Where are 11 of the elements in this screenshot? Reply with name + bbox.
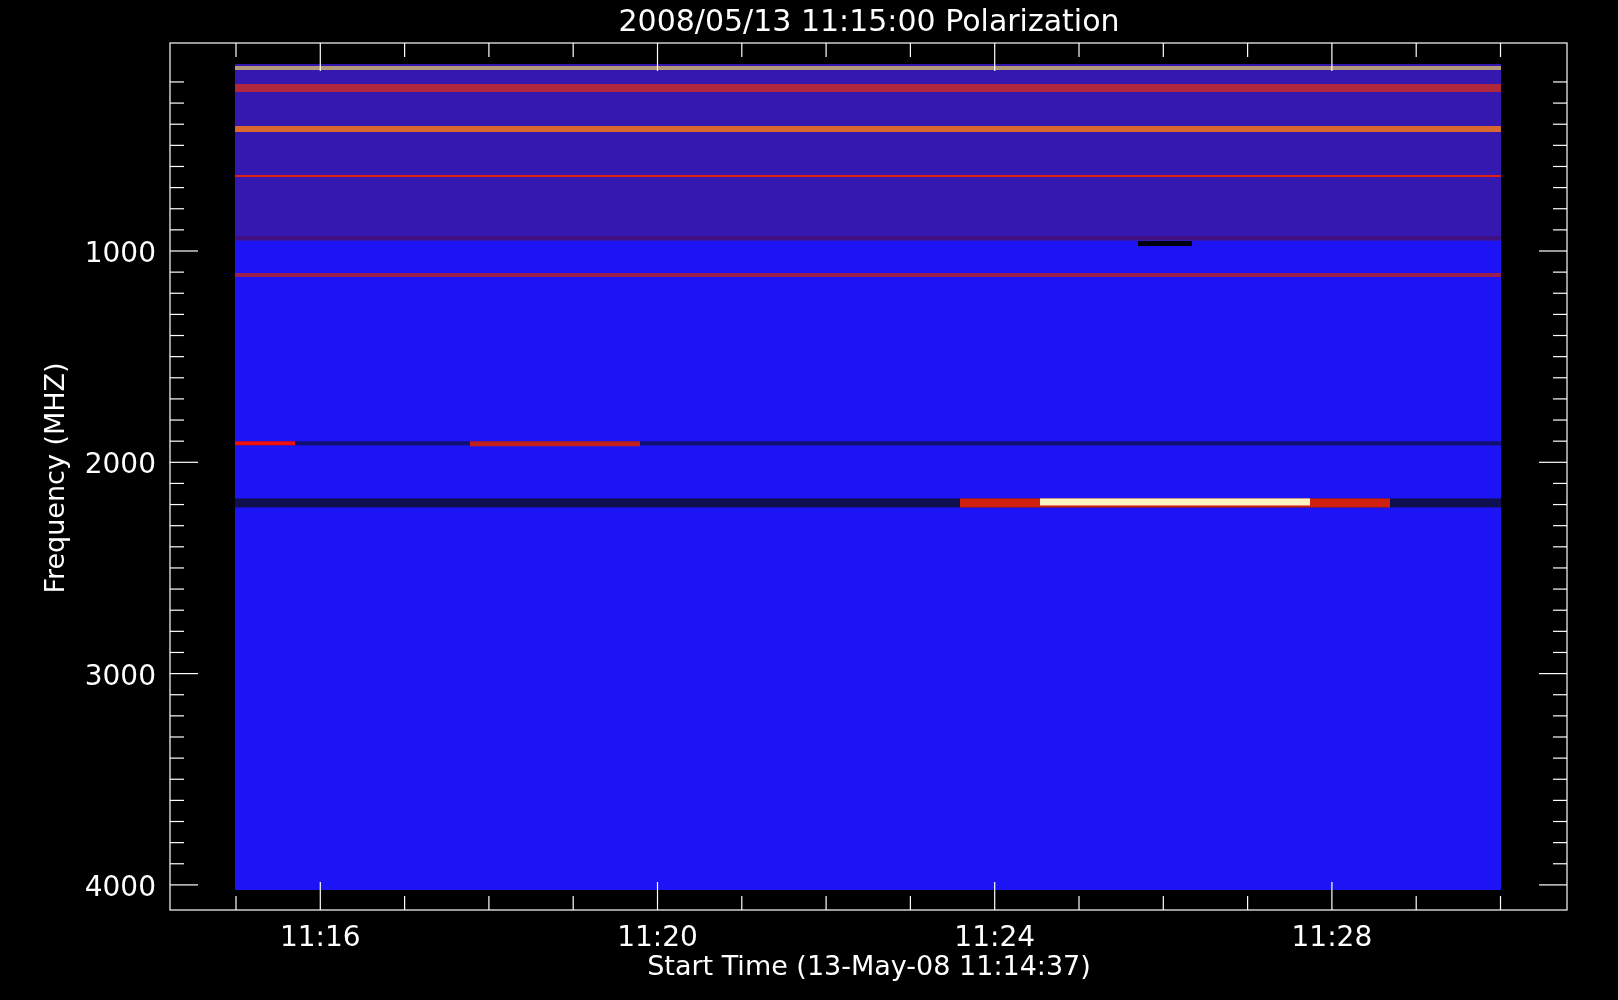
chart-title: 2008/05/13 11:15:00 Polarization [618, 3, 1120, 38]
y-tick-label: 3000 [84, 658, 156, 692]
x-tick-label: 11:24 [954, 920, 1036, 953]
x-tick-label: 11:28 [1291, 920, 1373, 953]
x-axis-label: Start Time (13-May-08 11:14:37) [647, 950, 1091, 981]
y-axis-label: Frequency (MHZ) [39, 362, 70, 594]
x-tick-label: 11:20 [617, 920, 698, 953]
y-tick-label: 2000 [84, 447, 156, 481]
y-tick-label: 4000 [84, 869, 156, 903]
y-tick-label: 1000 [84, 236, 156, 269]
x-tick-label: 11:16 [279, 920, 361, 953]
